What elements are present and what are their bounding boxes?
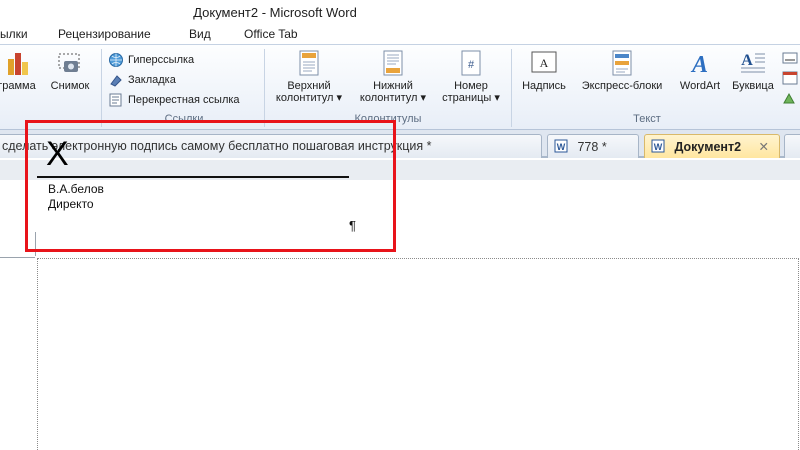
screenshot-button[interactable]: Снимок <box>45 49 95 92</box>
header-icon <box>299 50 319 76</box>
bookmark-button[interactable]: Закладка <box>108 71 176 89</box>
text-boundary <box>37 258 799 450</box>
tab-office-tab[interactable]: Office Tab <box>244 27 298 41</box>
header-label-1: Верхний <box>287 80 331 92</box>
chevron-down-icon: ▾ <box>336 92 343 104</box>
chart-label: грамма <box>0 80 36 92</box>
svg-text:A: A <box>540 56 549 70</box>
signature-line[interactable] <box>37 176 349 178</box>
tab-references[interactable]: ылки <box>0 27 28 41</box>
page-number-label-2: страницы <box>442 92 492 104</box>
new-tab-button[interactable] <box>784 134 800 158</box>
doc-tab-label: 778 * <box>577 140 607 154</box>
text-group-label: Текст <box>633 113 661 125</box>
footer-label-1: Нижний <box>373 80 413 92</box>
crossref-button[interactable]: Перекрестная ссылка <box>108 91 240 109</box>
word-document-icon: W <box>651 139 665 153</box>
window-title: Документ2 - Microsoft Word <box>193 5 357 20</box>
quickparts-button[interactable]: Экспресс-блоки <box>572 49 672 92</box>
svg-text:A: A <box>690 52 708 77</box>
header-label-2: колонтитул <box>275 92 334 104</box>
svg-text:W: W <box>557 142 566 152</box>
textbox-icon: A <box>531 51 557 73</box>
textbox-label: Надпись <box>522 80 566 92</box>
dropcap-label: Буквица <box>732 80 774 92</box>
ribbon-tab-bar: ылки Рецензирование Вид Office Tab <box>0 24 800 44</box>
svg-text:W: W <box>654 142 663 152</box>
chevron-down-icon: ▾ <box>420 92 427 104</box>
doc-tab-document2[interactable]: W Документ2 ✕ <box>644 134 780 158</box>
globe-link-icon <box>109 53 123 67</box>
header-button[interactable]: Верхний колонтитул ▾ <box>270 49 348 104</box>
wordart-icon: A <box>690 52 708 77</box>
svg-text:A: A <box>741 52 753 69</box>
dropcap-button[interactable]: A Буквица <box>728 49 778 92</box>
tab-review[interactable]: Рецензирование <box>58 27 151 41</box>
ribbon: грамма Снимок Гиперссылка Закладка Перек… <box>0 44 800 130</box>
group-separator <box>511 49 512 127</box>
footer-icon <box>383 50 403 76</box>
bookmark-label: Закладка <box>128 74 176 86</box>
object-icon <box>783 92 795 104</box>
screenshot-icon <box>58 53 80 72</box>
chevron-down-icon: ▾ <box>494 92 500 104</box>
cross-reference-icon <box>109 93 122 107</box>
hyperlink-button[interactable]: Гиперссылка <box>108 51 194 69</box>
chart-icon <box>8 53 28 75</box>
svg-text:#: # <box>468 59 475 71</box>
chart-button[interactable]: грамма <box>0 49 42 92</box>
bookmark-icon <box>110 75 122 87</box>
crossref-label: Перекрестная ссылка <box>128 94 240 106</box>
signer-title[interactable]: Директо <box>48 197 94 211</box>
page-number-icon: # <box>461 50 481 76</box>
group-separator <box>264 49 265 127</box>
tab-view[interactable]: Вид <box>189 27 211 41</box>
signature-x-mark[interactable]: X <box>46 136 69 172</box>
doc-tab-778[interactable]: W 778 * <box>547 134 639 158</box>
wordart-button[interactable]: A WordArt <box>672 49 728 92</box>
footer-label-2: колонтитул <box>359 92 418 104</box>
date-time-button[interactable] <box>782 69 800 87</box>
date-time-icon <box>782 71 798 85</box>
doc-tab-label: Документ2 <box>674 140 742 154</box>
group-separator <box>101 49 102 127</box>
word-document-icon: W <box>554 139 568 153</box>
quickparts-icon <box>612 50 632 76</box>
paragraph-mark: ¶ <box>349 218 356 233</box>
signature-line-button[interactable] <box>782 49 800 67</box>
footer-button[interactable]: Нижний колонтитул ▾ <box>352 49 434 104</box>
quickparts-label: Экспресс-блоки <box>581 80 663 92</box>
hyperlink-label: Гиперссылка <box>128 54 195 66</box>
object-button[interactable] <box>782 89 800 107</box>
textbox-button[interactable]: A Надпись <box>516 49 572 92</box>
page-number-label-1: Номер <box>454 80 488 92</box>
signer-name[interactable]: В.А.белов <box>48 182 104 196</box>
title-bar: Документ2 - Microsoft Word <box>0 0 800 24</box>
close-icon[interactable]: ✕ <box>759 140 769 154</box>
crop-mark <box>0 257 35 258</box>
wordart-label: WordArt <box>679 80 721 92</box>
signature-line-icon <box>782 52 798 64</box>
dropcap-icon: A <box>741 52 765 73</box>
screenshot-label: Снимок <box>50 80 90 92</box>
page-number-button[interactable]: # Номер страницы ▾ <box>436 49 506 104</box>
